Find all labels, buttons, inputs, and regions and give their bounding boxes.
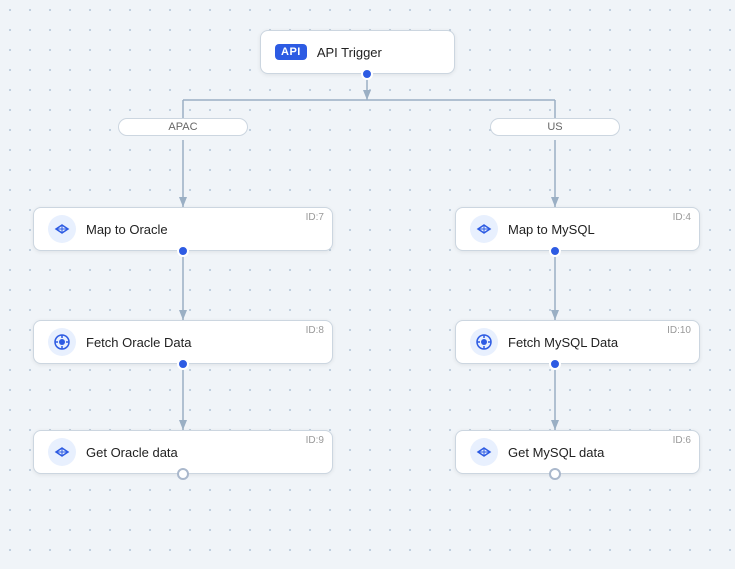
connectors-svg xyxy=(0,0,735,569)
us-branch-label: US xyxy=(490,118,620,136)
api-trigger-node[interactable]: API API Trigger xyxy=(260,30,455,74)
map-mysql-label: Map to MySQL xyxy=(508,222,595,237)
get-mysql-icon xyxy=(470,438,498,466)
fetch-mysql-id: ID:10 xyxy=(667,325,691,336)
fetch-oracle-label: Fetch Oracle Data xyxy=(86,335,192,350)
fetch-mysql-icon xyxy=(470,328,498,356)
map-mysql-node[interactable]: Map to MySQL ID:4 xyxy=(455,207,700,251)
dot-api-out xyxy=(361,68,373,80)
map-mysql-id: ID:4 xyxy=(673,212,691,223)
get-oracle-id: ID:9 xyxy=(306,435,324,446)
apac-branch-label: APAC xyxy=(118,118,248,136)
get-mysql-id: ID:6 xyxy=(673,435,691,446)
dot-get-oracle-out xyxy=(177,468,189,480)
get-oracle-label: Get Oracle data xyxy=(86,445,178,460)
dot-fetch-mysql-out xyxy=(549,358,561,370)
fetch-oracle-icon xyxy=(48,328,76,356)
dot-fetch-oracle-out xyxy=(177,358,189,370)
dot-map-oracle-out xyxy=(177,245,189,257)
api-badge: API xyxy=(275,44,307,60)
get-mysql-node[interactable]: Get MySQL data ID:6 xyxy=(455,430,700,474)
flow-canvas: API API Trigger APAC US Map to Oracle ID… xyxy=(0,0,735,569)
map-oracle-label: Map to Oracle xyxy=(86,222,168,237)
api-trigger-label: API Trigger xyxy=(317,45,382,60)
map-oracle-icon xyxy=(48,215,76,243)
fetch-mysql-label: Fetch MySQL Data xyxy=(508,335,618,350)
get-mysql-label: Get MySQL data xyxy=(508,445,604,460)
fetch-mysql-node[interactable]: Fetch MySQL Data ID:10 xyxy=(455,320,700,364)
dot-get-mysql-out xyxy=(549,468,561,480)
map-oracle-id: ID:7 xyxy=(306,212,324,223)
get-oracle-icon xyxy=(48,438,76,466)
dot-map-mysql-out xyxy=(549,245,561,257)
map-mysql-icon xyxy=(470,215,498,243)
fetch-oracle-id: ID:8 xyxy=(306,325,324,336)
